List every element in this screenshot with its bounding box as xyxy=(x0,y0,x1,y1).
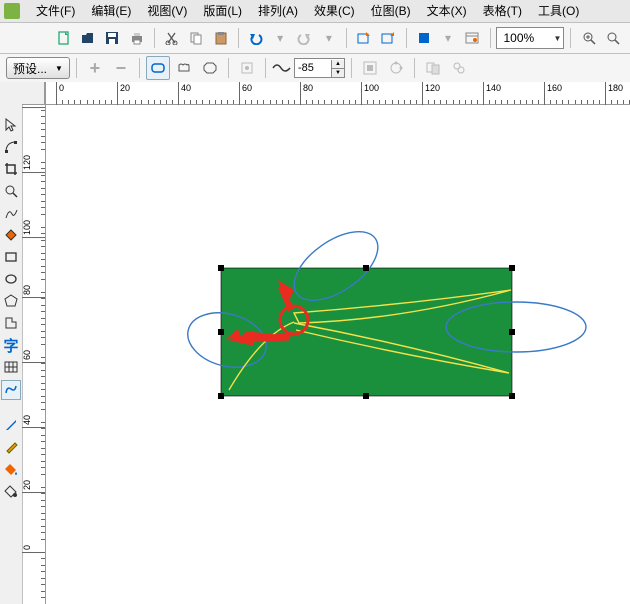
menu-text[interactable]: 文本(X) xyxy=(419,0,475,22)
vertical-ruler: 140120100806040200 xyxy=(23,82,46,604)
menu-bar: 文件(F) 编辑(E) 视图(V) 版面(L) 排列(A) 效果(C) 位图(B… xyxy=(0,0,630,23)
export-button[interactable] xyxy=(377,26,399,50)
chevron-down-icon: ▼ xyxy=(55,64,63,73)
zoom-in-button[interactable] xyxy=(577,26,599,50)
menu-arrange[interactable]: 排列(A) xyxy=(250,0,306,22)
welcome-button[interactable] xyxy=(461,26,483,50)
app-launcher-button[interactable] xyxy=(413,26,435,50)
ellipse-tool[interactable] xyxy=(2,270,20,288)
rounded-rect-button[interactable] xyxy=(146,56,170,80)
outline-tool[interactable] xyxy=(2,438,20,456)
basic-shapes-tool[interactable] xyxy=(2,314,20,332)
app-launcher-dropdown[interactable]: ▾ xyxy=(437,26,459,50)
undo-dropdown[interactable]: ▾ xyxy=(269,26,291,50)
menu-bitmap[interactable]: 位图(B) xyxy=(363,0,419,22)
save-button[interactable] xyxy=(101,26,123,50)
eyedropper-tool[interactable] xyxy=(2,416,20,434)
remove-preset-button[interactable]: − xyxy=(109,56,133,80)
menu-effects[interactable]: 效果(C) xyxy=(306,0,363,22)
menu-file[interactable]: 文件(F) xyxy=(28,0,83,22)
horizontal-ruler: 020406080100120140160180 xyxy=(46,82,630,105)
canvas[interactable] xyxy=(46,105,630,604)
menu-table[interactable]: 表格(T) xyxy=(475,0,530,22)
redo-button[interactable] xyxy=(293,26,315,50)
spin-up[interactable]: ▲ xyxy=(332,60,344,69)
corner-lock-button[interactable] xyxy=(235,56,259,80)
menu-tools[interactable]: 工具(O) xyxy=(530,0,587,22)
undo-button[interactable] xyxy=(245,26,267,50)
paste-button[interactable] xyxy=(209,26,231,50)
shape-tool[interactable] xyxy=(2,138,20,156)
copy-button[interactable] xyxy=(185,26,207,50)
table-tool[interactable] xyxy=(2,358,20,376)
import-button[interactable] xyxy=(353,26,375,50)
chevron-down-icon: ▼ xyxy=(553,34,561,43)
pick-tool[interactable] xyxy=(2,116,20,134)
main-toolbar: ▾ ▾ ▾ ▼ xyxy=(0,23,630,54)
polygon-tool[interactable] xyxy=(2,292,20,310)
preset-label: 预设... xyxy=(13,60,47,77)
corner-radius-input[interactable] xyxy=(295,62,331,74)
chamfer-button[interactable] xyxy=(198,56,222,80)
zoom-input[interactable] xyxy=(499,31,553,45)
print-button[interactable] xyxy=(125,26,147,50)
zoom-tool[interactable] xyxy=(2,182,20,200)
object-properties-button[interactable] xyxy=(421,56,445,80)
zoom-combo[interactable]: ▼ xyxy=(496,27,564,49)
open-button[interactable] xyxy=(77,26,99,50)
drawing-content xyxy=(46,105,630,604)
smart-fill-tool[interactable] xyxy=(2,226,20,244)
spin-down[interactable]: ▼ xyxy=(332,69,344,77)
object-manager-button[interactable] xyxy=(447,56,471,80)
cut-button[interactable] xyxy=(161,26,183,50)
add-preset-button[interactable]: + xyxy=(83,56,107,80)
dimension-tool[interactable] xyxy=(1,380,21,400)
toolbox: 字 xyxy=(0,82,23,604)
corner-radius-spinbox[interactable]: ▲▼ xyxy=(294,58,345,78)
scallop-button[interactable] xyxy=(172,56,196,80)
redo-dropdown[interactable]: ▾ xyxy=(318,26,340,50)
rectangle-tool[interactable] xyxy=(2,248,20,266)
app-icon xyxy=(4,3,20,19)
freehand-tool[interactable] xyxy=(2,204,20,222)
to-curves-button[interactable] xyxy=(384,56,408,80)
interactive-fill-tool[interactable] xyxy=(2,482,20,500)
crop-tool[interactable] xyxy=(2,160,20,178)
new-button[interactable] xyxy=(52,26,74,50)
fill-tool[interactable] xyxy=(2,460,20,478)
menu-layout[interactable]: 版面(L) xyxy=(195,0,250,22)
ruler-corner xyxy=(22,82,45,105)
menu-view[interactable]: 视图(V) xyxy=(139,0,195,22)
menu-edit[interactable]: 编辑(E) xyxy=(83,0,139,22)
wrap-text-button[interactable] xyxy=(358,56,382,80)
preset-combo[interactable]: 预设... ▼ xyxy=(6,57,70,79)
property-bar: 预设... ▼ + − ▲▼ xyxy=(0,54,630,83)
wave-icon xyxy=(272,61,292,75)
zoom-out-button[interactable] xyxy=(602,26,624,50)
text-tool[interactable]: 字 xyxy=(2,336,20,354)
